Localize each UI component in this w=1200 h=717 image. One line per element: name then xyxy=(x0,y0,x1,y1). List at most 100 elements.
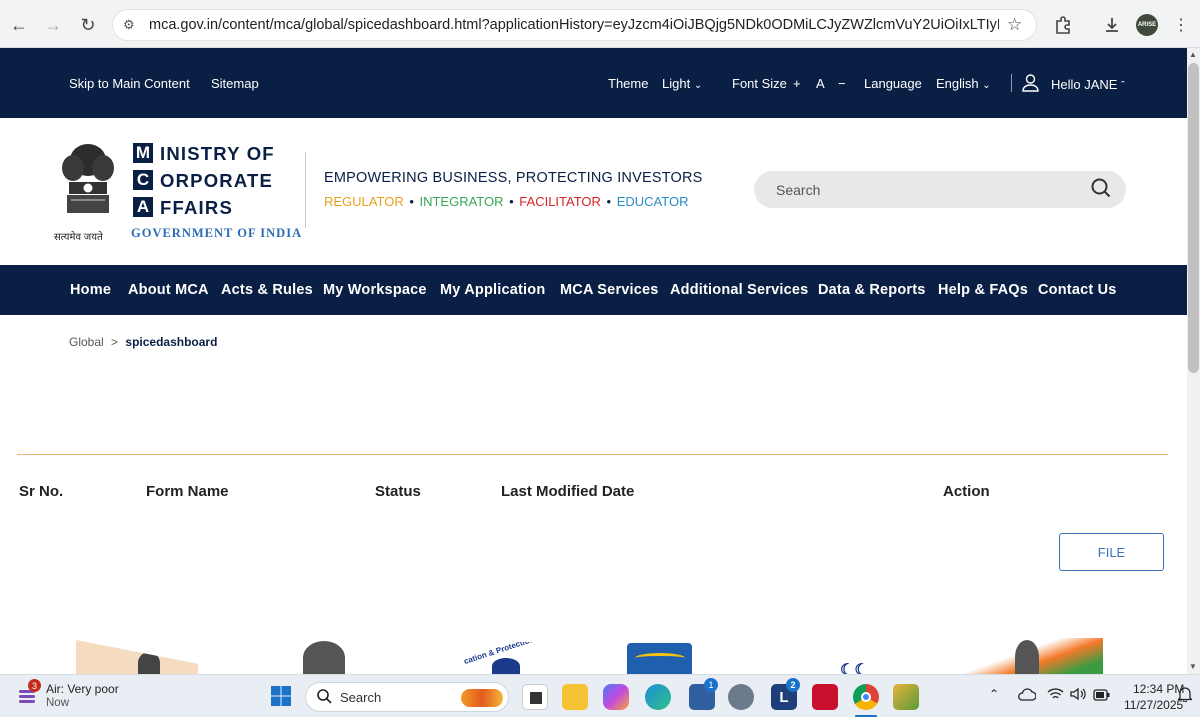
logo-line-affairs: FFAIRS xyxy=(160,197,233,218)
swoosh-icon xyxy=(635,653,685,663)
search-icon xyxy=(317,689,332,709)
column-sr-no: Sr No. xyxy=(19,483,64,500)
taskbar-search-box[interactable]: Search xyxy=(305,682,509,712)
logo-line-ministry: INISTRY OF xyxy=(160,143,275,164)
wifi-icon[interactable] xyxy=(1047,687,1064,706)
store-icon[interactable]: 1 xyxy=(689,678,718,710)
reload-icon[interactable]: ↻ xyxy=(76,13,100,37)
column-action: Action xyxy=(943,483,990,500)
india-flag-logo[interactable] xyxy=(965,638,1103,674)
role-integrator: INTEGRATOR xyxy=(419,194,504,209)
notifications-bell-icon[interactable] xyxy=(1176,686,1194,707)
search-input[interactable]: Search xyxy=(754,171,1126,208)
header-divider xyxy=(305,152,306,228)
font-reset-button[interactable]: A xyxy=(816,76,825,91)
nav-help-faqs[interactable]: Help & FAQs xyxy=(938,282,1028,298)
theme-value: Light xyxy=(662,76,691,91)
windows-start-icon[interactable] xyxy=(270,685,292,707)
role-dot: • xyxy=(405,194,418,209)
nav-acts-rules[interactable]: Acts & Rules xyxy=(221,282,313,298)
logo-line-corporate: ORPORATE xyxy=(160,170,274,191)
file-explorer-icon[interactable] xyxy=(562,684,588,710)
flag-logo[interactable] xyxy=(76,640,198,674)
column-status: Status xyxy=(375,483,421,500)
mcafee-icon[interactable] xyxy=(812,684,838,710)
back-arrow-icon[interactable]: ← xyxy=(7,13,31,37)
iepf-logo[interactable]: cation & Protection Fu xyxy=(462,642,542,674)
edge-icon[interactable] xyxy=(645,684,671,710)
font-increase-button[interactable]: + xyxy=(793,76,801,91)
clock-time[interactable]: 12:34 PM xyxy=(1133,682,1184,696)
moon-logo[interactable]: ☾☾ xyxy=(840,660,870,679)
vpn-lock-icon[interactable] xyxy=(893,684,919,710)
nav-my-application[interactable]: My Application xyxy=(440,282,545,298)
table-top-rule xyxy=(17,454,1168,455)
site-info-icon[interactable]: ⚙ xyxy=(123,17,135,33)
copilot-icon[interactable] xyxy=(603,684,629,710)
font-size-label: Font Size xyxy=(732,76,787,91)
nav-home[interactable]: Home xyxy=(70,282,111,298)
font-decrease-button[interactable]: − xyxy=(838,76,846,91)
profile-avatar[interactable]: ARISE xyxy=(1136,14,1158,36)
address-bar[interactable]: ⚙ mca.gov.in/content/mca/global/spicedas… xyxy=(112,9,1037,41)
government-of-india-text: GOVERNMENT OF INDIA xyxy=(131,226,303,240)
roles-line: REGULATOR • INTEGRATOR • FACILITATOR • E… xyxy=(324,194,688,209)
volume-icon[interactable] xyxy=(1070,687,1087,706)
theme-select[interactable]: Light ⌄ xyxy=(662,76,702,91)
nav-my-workspace[interactable]: My Workspace xyxy=(323,282,427,298)
cloud-icon[interactable] xyxy=(1017,687,1037,706)
chevron-up-icon: ˆ xyxy=(1121,80,1125,92)
downloads-icon[interactable] xyxy=(1099,12,1125,38)
breadcrumb-separator: > xyxy=(111,335,119,349)
breadcrumb-current: spicedashboard xyxy=(125,335,218,349)
user-greeting[interactable]: Hello JANE ˆ xyxy=(1051,77,1125,92)
chrome-icon[interactable] xyxy=(853,684,879,710)
task-view-icon[interactable] xyxy=(522,684,548,710)
chevron-up-icon[interactable]: ⌃ xyxy=(989,687,999,701)
extensions-icon[interactable] xyxy=(1050,12,1076,38)
search-placeholder: Search xyxy=(776,182,821,198)
nav-mca-services[interactable]: MCA Services xyxy=(560,282,659,298)
search-icon[interactable] xyxy=(1091,178,1111,203)
clock-date[interactable]: 11/27/2025 xyxy=(1124,698,1183,712)
file-button[interactable]: FILE xyxy=(1059,533,1164,571)
scroll-up-icon[interactable]: ▲ xyxy=(1189,50,1197,59)
role-dot: • xyxy=(602,194,615,209)
notification-badge: 3 xyxy=(28,679,41,692)
role-facilitator: FACILITATOR xyxy=(519,194,601,209)
language-select[interactable]: English ⌄ xyxy=(936,76,991,91)
air-quality-title[interactable]: Air: Very poor xyxy=(46,682,119,696)
nav-contact-us[interactable]: Contact Us xyxy=(1038,282,1117,298)
menu-dots-icon[interactable]: ⋮ xyxy=(1168,12,1194,38)
iepf-people-icon xyxy=(492,658,520,674)
forward-arrow-icon[interactable]: → xyxy=(41,13,65,37)
language-label: Language xyxy=(864,76,922,91)
utility-bar: Skip to Main Content Sitemap Theme Light… xyxy=(0,48,1187,118)
chevron-down-icon: ⌄ xyxy=(982,80,991,91)
skip-to-main-link[interactable]: Skip to Main Content xyxy=(69,76,190,91)
weather-widget-icon[interactable]: 3 xyxy=(16,679,41,707)
breadcrumb-global[interactable]: Global xyxy=(69,335,104,349)
tagline: EMPOWERING BUSINESS, PROTECTING INVESTOR… xyxy=(324,170,703,186)
store-badge: 1 xyxy=(704,678,718,692)
scroll-down-icon[interactable]: ▼ xyxy=(1189,662,1197,671)
nav-additional-services[interactable]: Additional Services xyxy=(670,282,808,298)
divider xyxy=(1011,74,1012,92)
nav-about-mca[interactable]: About MCA xyxy=(128,282,209,298)
column-form-name: Form Name xyxy=(146,483,229,500)
air-quality-time: Now xyxy=(46,697,70,709)
theme-label: Theme xyxy=(608,76,649,91)
blue-partner-logo[interactable] xyxy=(627,643,692,674)
taskbar: 3 Air: Very poor Now Search 1 L 2 ⌃ 12:3… xyxy=(0,674,1200,717)
emblem-icon xyxy=(138,652,160,674)
role-regulator: REGULATOR xyxy=(324,194,404,209)
bookmark-star-icon[interactable]: ☆ xyxy=(1007,15,1022,35)
battery-icon[interactable] xyxy=(1093,688,1110,706)
scrollbar-thumb[interactable] xyxy=(1188,63,1199,373)
emblem-logo[interactable] xyxy=(303,641,345,674)
settings-gear-icon[interactable] xyxy=(728,684,754,710)
l-app-icon[interactable]: L 2 xyxy=(771,678,800,710)
nav-data-reports[interactable]: Data & Reports xyxy=(818,282,926,298)
sitemap-link[interactable]: Sitemap xyxy=(211,76,259,91)
role-educator: EDUCATOR xyxy=(616,194,689,209)
